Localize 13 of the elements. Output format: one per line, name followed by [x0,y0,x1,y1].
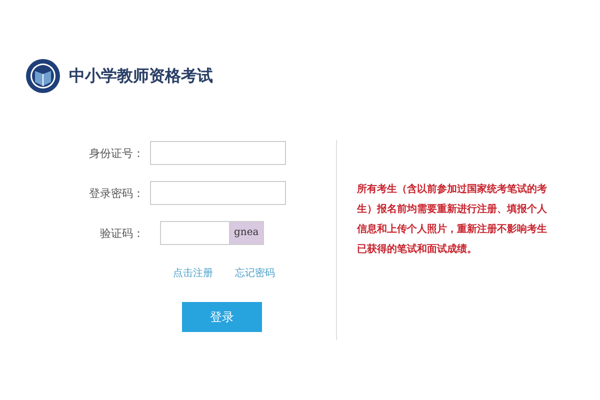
link[interactable]: 点击注册 [173,266,213,280]
input-field[interactable] [150,181,286,205]
emblem-logo [25,58,61,94]
field-label: 登录密码： [88,186,145,200]
link[interactable]: 忘记密码 [235,266,275,280]
login-button[interactable]: 登录 [182,302,262,332]
captcha-field[interactable] [160,221,230,245]
captcha-image[interactable]: gnea [230,221,264,245]
field-label: 验证码： [99,226,145,240]
notice-text: 所有考生（含以前参加过国家统考笔试的考生）报名前均需要重新进行注册、填报个人信息和上传个人照片，重新注册不影响考生已获得的笔试和面试成绩。 [357,182,547,257]
input-field[interactable] [150,141,286,165]
field-label: 身份证号： [88,146,145,160]
site-title: 中小学教师资格考试 [69,66,213,86]
